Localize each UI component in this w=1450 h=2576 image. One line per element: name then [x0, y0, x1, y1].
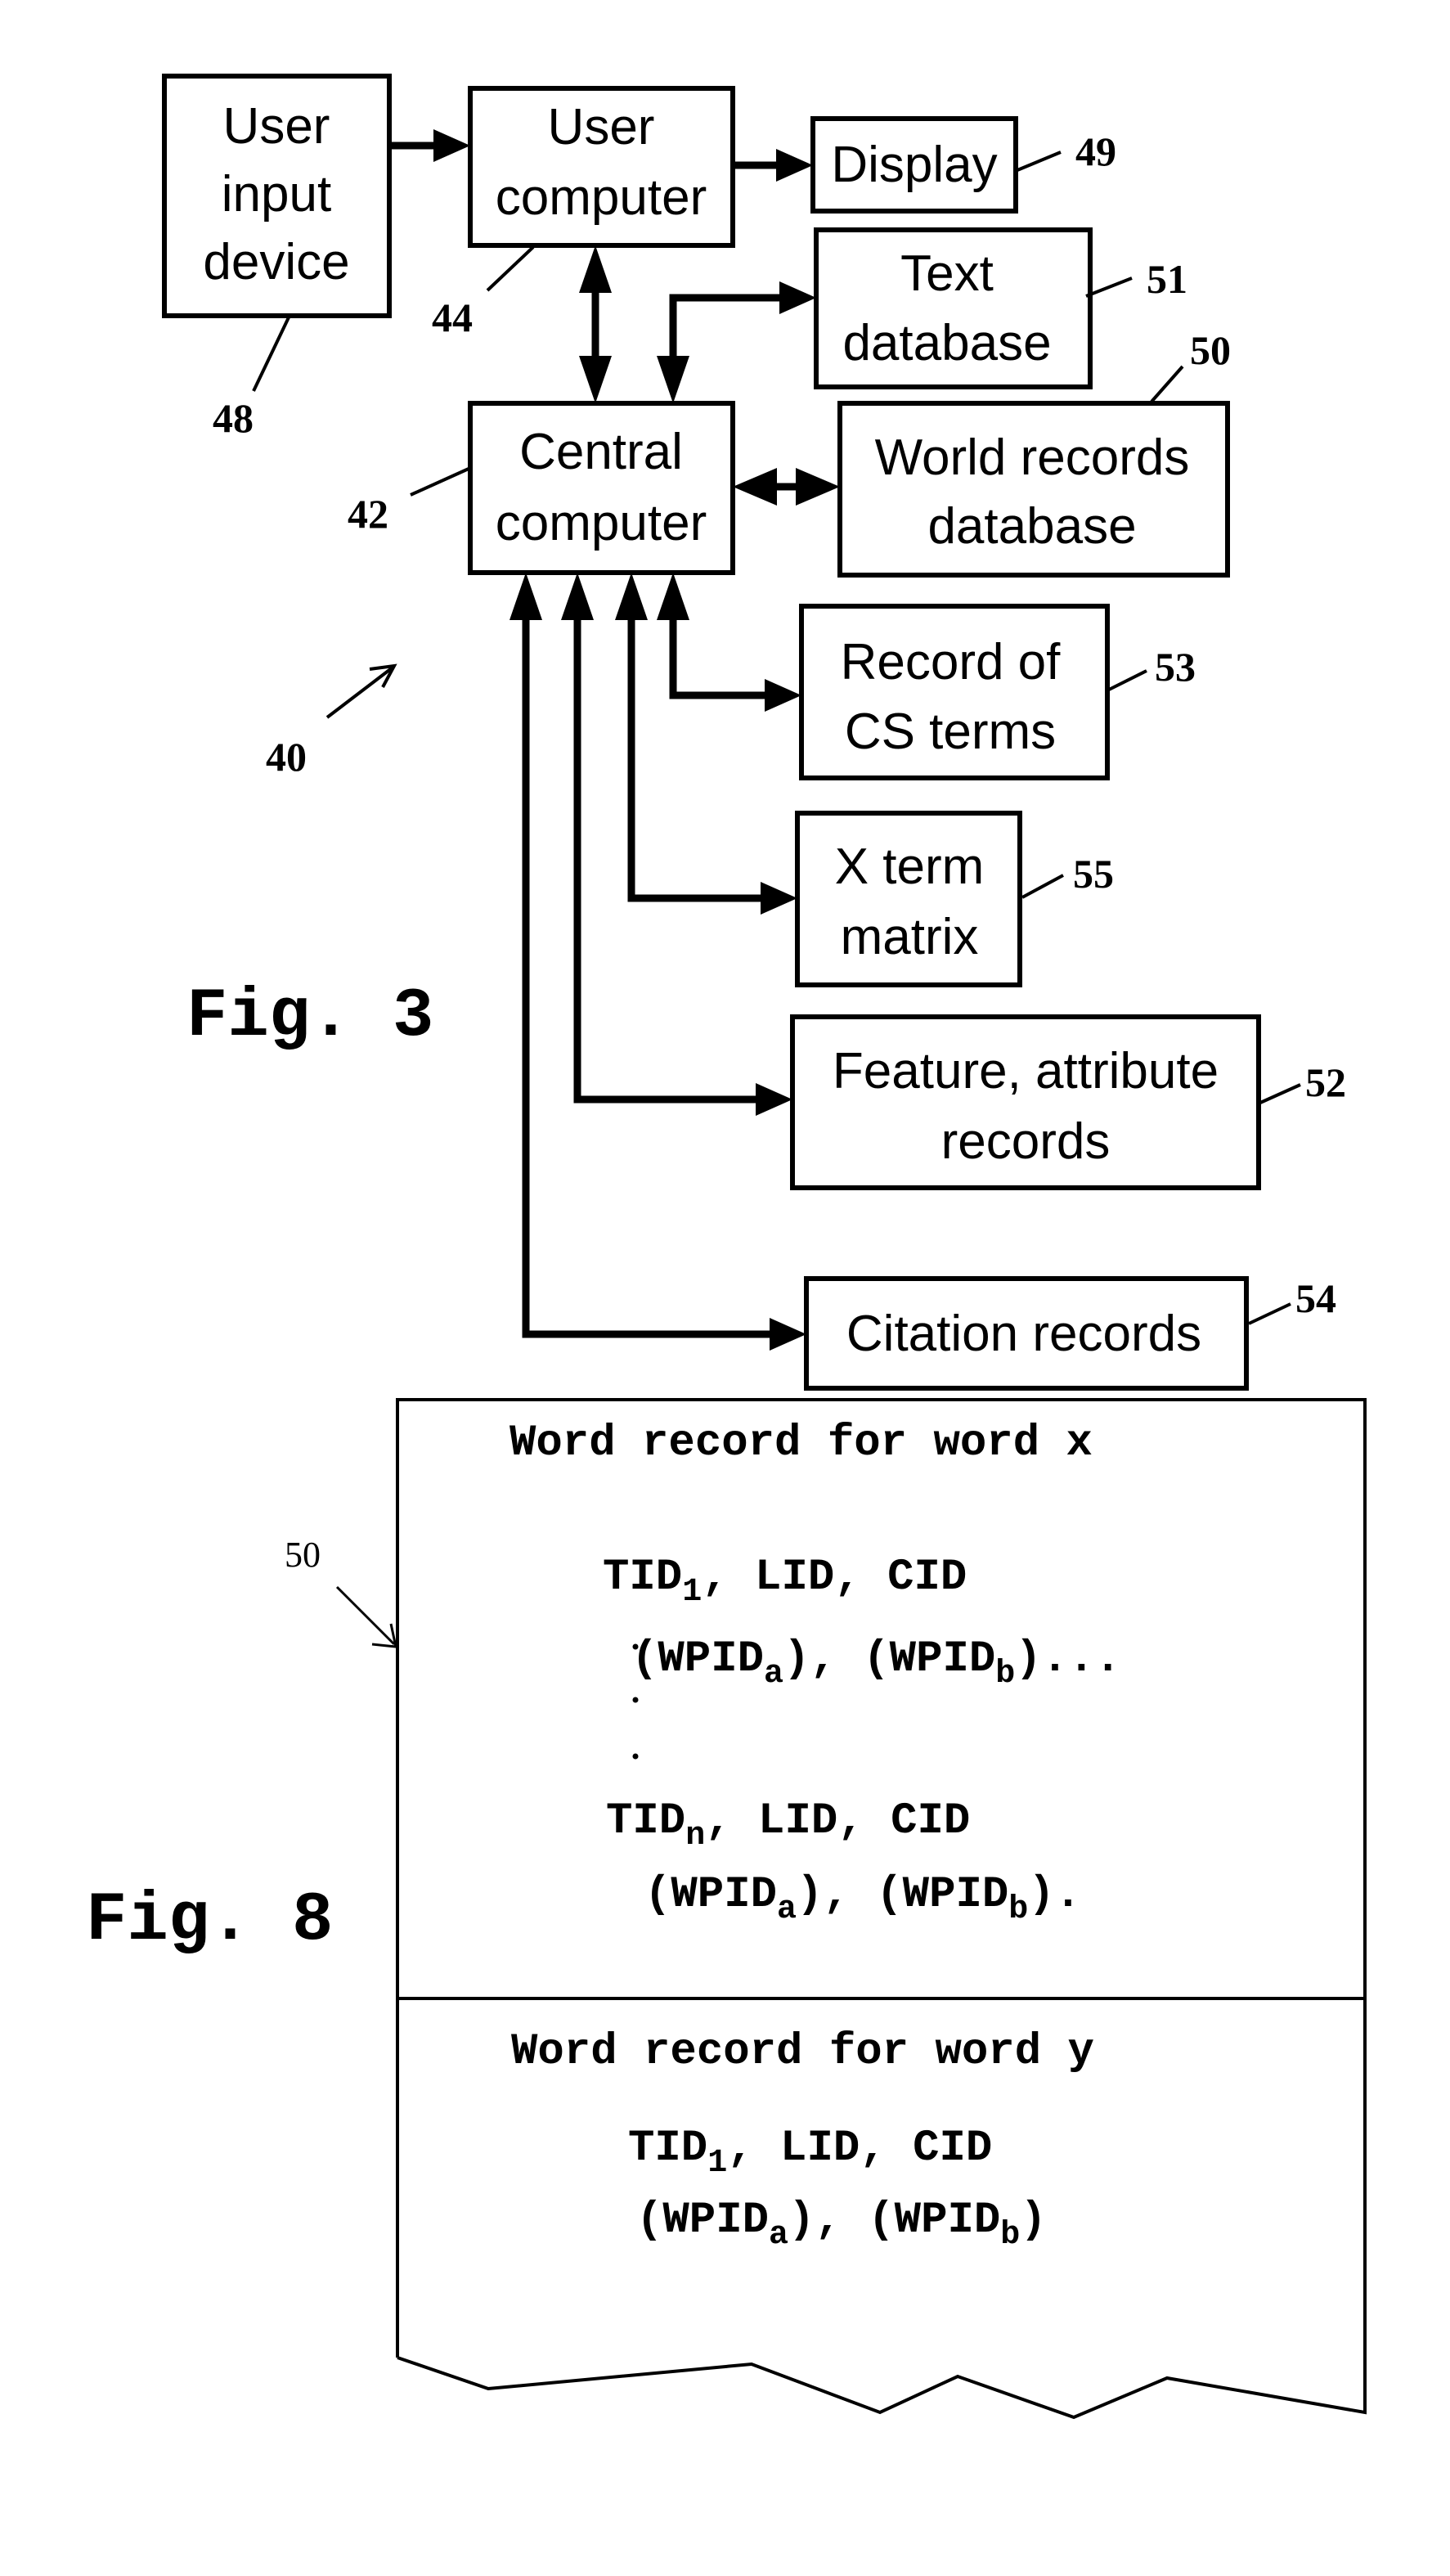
ellipsis-dot — [632, 1753, 639, 1760]
box-label: computer — [496, 495, 707, 551]
record-title: Word record for word x — [510, 1418, 1093, 1468]
leader-line — [486, 245, 535, 292]
box-label: database — [927, 498, 1136, 555]
ref-numeral-44: 44 — [432, 294, 473, 340]
ref-numeral-48: 48 — [213, 395, 254, 441]
ref-numeral-49: 49 — [1075, 128, 1116, 174]
box-label: Display — [831, 137, 997, 193]
leader-line — [1259, 1083, 1301, 1104]
box-label: Citation records — [846, 1306, 1201, 1362]
leader-line — [1150, 365, 1184, 403]
pointer-arrow-icon — [335, 1585, 396, 1646]
fig3-diagram: User input device User computer Display … — [162, 74, 1346, 1391]
figure-caption-fig8: Fig. 8 — [86, 1882, 333, 1960]
record-line-tidn: TIDn, LID, CID — [606, 1796, 970, 1854]
ref-numeral-51: 51 — [1147, 256, 1187, 302]
ref-numeral-40: 40 — [266, 734, 307, 780]
arrowhead-icon — [761, 882, 797, 915]
box-world-records-database: World records database — [837, 401, 1230, 578]
arrowhead-icon — [776, 149, 813, 182]
box-label: CS terms — [845, 704, 1056, 760]
ellipsis-dot — [632, 1643, 639, 1650]
arrowhead-icon — [657, 573, 689, 620]
ref-numeral-54: 54 — [1295, 1275, 1336, 1321]
ref-numeral-53: 53 — [1155, 644, 1196, 690]
box-label: Feature, attribute — [833, 1043, 1219, 1099]
word-record-x: Word record for word x TID1, LID, CID (W… — [510, 1418, 1121, 1928]
arrowhead-icon — [510, 573, 542, 620]
patent-drawing-sheet: User input device User computer Display … — [86, 74, 1367, 2420]
arrowhead-icon — [433, 129, 470, 162]
ref-numeral-50: 50 — [1190, 327, 1231, 373]
arrowhead-icon — [765, 679, 801, 712]
record-line-tid1: TID1, LID, CID — [603, 1553, 967, 1611]
record-line-wpid: (WPIDa), (WPIDb) — [636, 2196, 1047, 2254]
box-label: Central — [519, 424, 683, 480]
arrowhead-icon — [779, 281, 816, 314]
leader-line — [410, 467, 469, 497]
leader-line — [1248, 1302, 1291, 1325]
leader-line — [1105, 669, 1147, 693]
box-user-computer: User computer — [468, 86, 735, 248]
record-line-tid1: TID1, LID, CID — [628, 2124, 992, 2182]
box-label: input — [222, 166, 331, 223]
box-text-database: Text database — [814, 227, 1093, 389]
box-record-of-cs-terms: Record of CS terms — [799, 604, 1110, 780]
record-line-wpid-n: (WPIDa), (WPIDb). — [644, 1870, 1081, 1928]
box-feature-attribute-records: Feature, attribute records — [790, 1014, 1261, 1190]
arrowhead-icon — [770, 1318, 806, 1351]
arrowhead-icon — [579, 245, 612, 293]
connector-central-to-text-db — [669, 294, 787, 375]
record-line-wpid-1: (WPIDa), (WPIDb)... — [631, 1634, 1121, 1693]
ref-numeral-52: 52 — [1305, 1059, 1346, 1105]
ref-numeral-55: 55 — [1073, 851, 1114, 897]
arrowhead-icon — [615, 573, 648, 620]
connector-central-to-cs-terms — [669, 601, 772, 699]
box-label: records — [941, 1113, 1111, 1170]
leader-line — [1017, 151, 1062, 172]
box-user-input-device: User input device — [162, 74, 392, 318]
leader-line — [1021, 874, 1064, 899]
box-label: User — [223, 98, 330, 155]
connector-central-to-x-term-matrix — [627, 601, 768, 902]
box-display: Display — [810, 116, 1018, 214]
box-label: device — [203, 234, 349, 290]
box-label: Record of — [841, 634, 1062, 690]
record-title: Word record for word y — [511, 2027, 1094, 2077]
box-label: computer — [496, 169, 707, 226]
box-label: X term — [835, 838, 985, 895]
leader-line — [252, 317, 290, 392]
box-label: User — [548, 99, 655, 155]
box-label: Text — [900, 245, 994, 302]
box-label: matrix — [841, 909, 979, 965]
system-pointer-arrow-icon — [325, 666, 394, 719]
arrowhead-icon — [657, 356, 689, 403]
box-citation-records: Citation records — [804, 1276, 1249, 1391]
box-central-computer: Central computer — [468, 401, 735, 575]
arrowhead-icon — [579, 356, 612, 403]
box-x-term-matrix: X term matrix — [795, 811, 1022, 987]
arrowhead-icon — [733, 468, 777, 506]
box-label: database — [842, 315, 1051, 371]
fig8-diagram: 50 Word record for word x TID1, LID, CID… — [86, 1398, 1367, 2420]
box-label: World records — [875, 429, 1190, 486]
ref-numeral-50: 50 — [285, 1535, 321, 1575]
figure-caption-fig3: Fig. 3 — [186, 978, 433, 1056]
arrowhead-icon — [561, 573, 594, 620]
ellipsis-dot — [632, 1697, 639, 1703]
connector-central-to-citation-records — [522, 601, 777, 1338]
arrowhead-icon — [796, 468, 840, 506]
word-record-y: Word record for word y TID1, LID, CID (W… — [511, 2027, 1094, 2254]
leader-line — [1085, 276, 1133, 298]
ref-numeral-42: 42 — [348, 491, 388, 537]
arrowhead-icon — [756, 1083, 792, 1116]
